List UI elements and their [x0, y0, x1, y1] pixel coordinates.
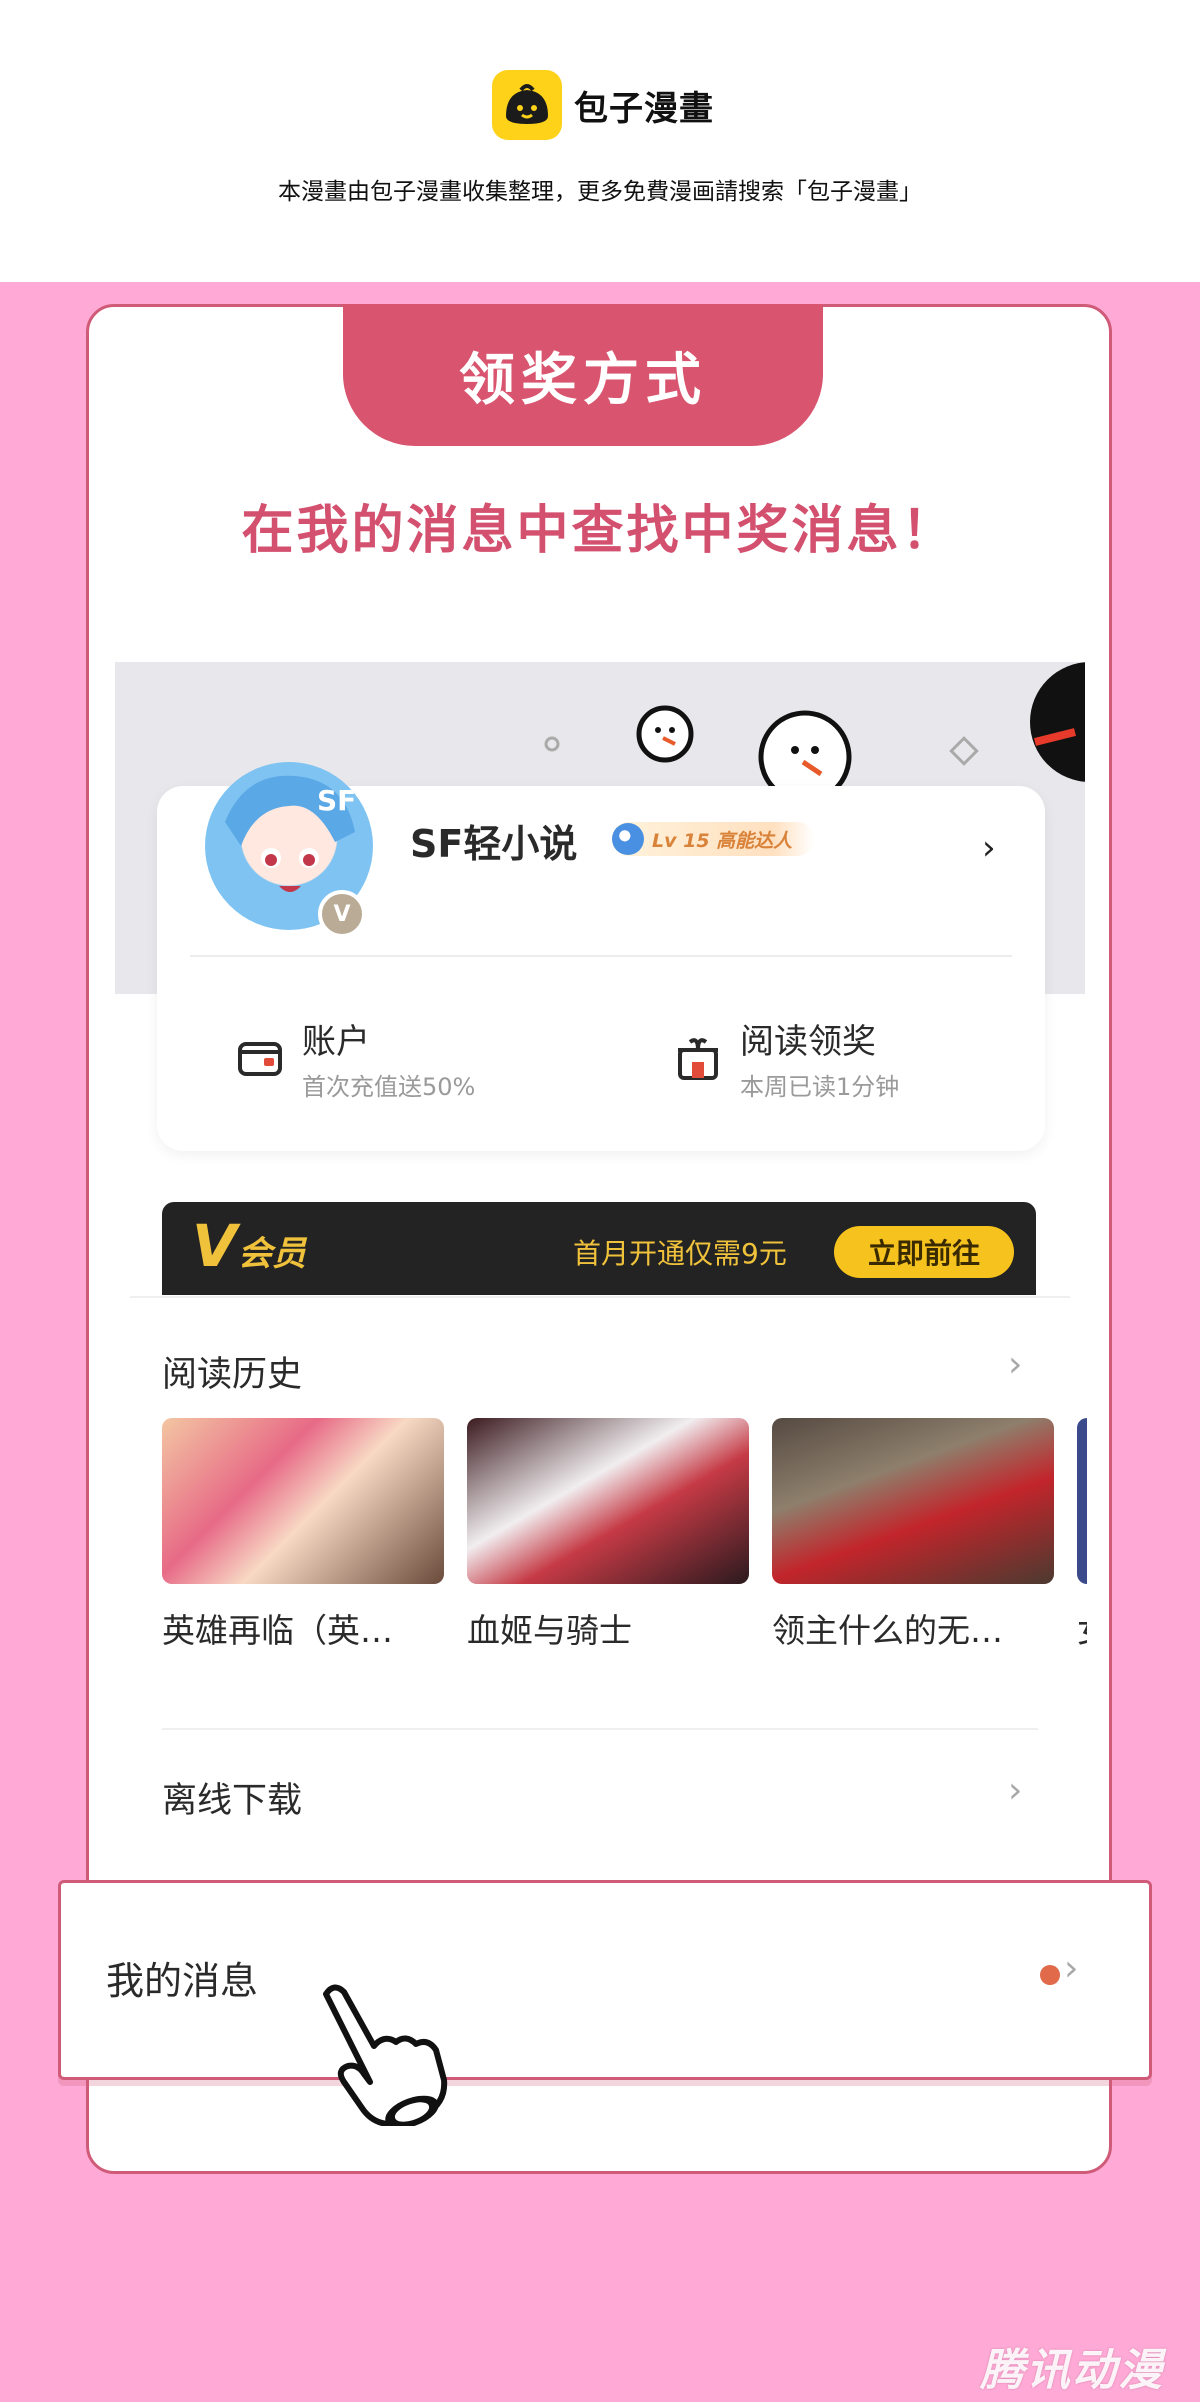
book-cover[interactable] [467, 1418, 749, 1584]
username: SF轻小说 [410, 822, 578, 866]
level-badge: Lv 15 高能达人 [612, 822, 815, 856]
level-text: Lv 15 高能达人 [652, 829, 793, 852]
instruction-text: 在我的消息中查找中奖消息！ [241, 501, 957, 561]
vip-label: 会员 [238, 1234, 306, 1274]
book-title[interactable]: 血姬与骑士 [467, 1604, 749, 1652]
gift-icon [678, 1038, 718, 1080]
banner-subtitle: 本漫畫由包子漫畫收集整理，更多免費漫画請搜索「包子漫畫」 [278, 179, 922, 205]
chevron-right-icon[interactable]: › [1008, 1344, 1022, 1385]
book-title[interactable]: 女 [1077, 1604, 1087, 1652]
book-title[interactable]: 领主什么的无… [772, 1604, 1054, 1652]
vip-promo-text: 首月开通仅需9元 [573, 1237, 787, 1270]
book-cover[interactable] [1077, 1418, 1087, 1584]
reading-history-title[interactable]: 阅读历史 [162, 1346, 302, 1397]
book-cover[interactable] [162, 1418, 444, 1584]
account-subtitle: 首次充值送50% [302, 1073, 476, 1101]
wallet-icon [238, 1042, 282, 1076]
level-orb-icon [612, 823, 644, 855]
chevron-right-icon[interactable]: › [1008, 1770, 1022, 1811]
book-cover[interactable] [772, 1418, 1054, 1584]
book-title[interactable]: 英雄再临（英… [162, 1604, 444, 1652]
watermark: 腾讯动漫 [980, 2345, 1164, 2396]
pointing-hand-icon [323, 1984, 448, 2126]
svg-text:SF: SF [317, 784, 356, 817]
site-name: 包子漫畫 [574, 88, 714, 129]
divider [130, 1296, 1070, 1298]
bun-logo-icon [492, 70, 562, 140]
divider [162, 1728, 1038, 1730]
vip-go-button[interactable]: 立即前往 [834, 1226, 1014, 1278]
chevron-right-icon[interactable]: › [982, 828, 996, 868]
card-tab-title: 领奖方式 [343, 304, 823, 446]
unread-dot [1040, 1965, 1060, 1985]
site-logo: 包子漫畫 [492, 70, 714, 140]
vip-avatar-badge: V [318, 890, 366, 938]
reading-reward-subtitle: 本周已读1分钟 [740, 1073, 900, 1101]
reading-reward-entry[interactable]: 阅读领奖 本周已读1分钟 [672, 1014, 899, 1102]
offline-download-title[interactable]: 离线下载 [162, 1772, 302, 1823]
my-messages-label[interactable]: 我的消息 [106, 1950, 258, 2005]
chevron-right-icon[interactable]: › [1064, 1948, 1078, 1989]
vip-logo: V [192, 1212, 237, 1280]
account-entry[interactable]: 账户 首次充值送50% [234, 1014, 475, 1102]
account-title: 账户 [302, 1022, 370, 1062]
profile-divider [190, 955, 1012, 957]
reading-reward-title: 阅读领奖 [740, 1022, 876, 1062]
top-banner [0, 0, 1200, 282]
